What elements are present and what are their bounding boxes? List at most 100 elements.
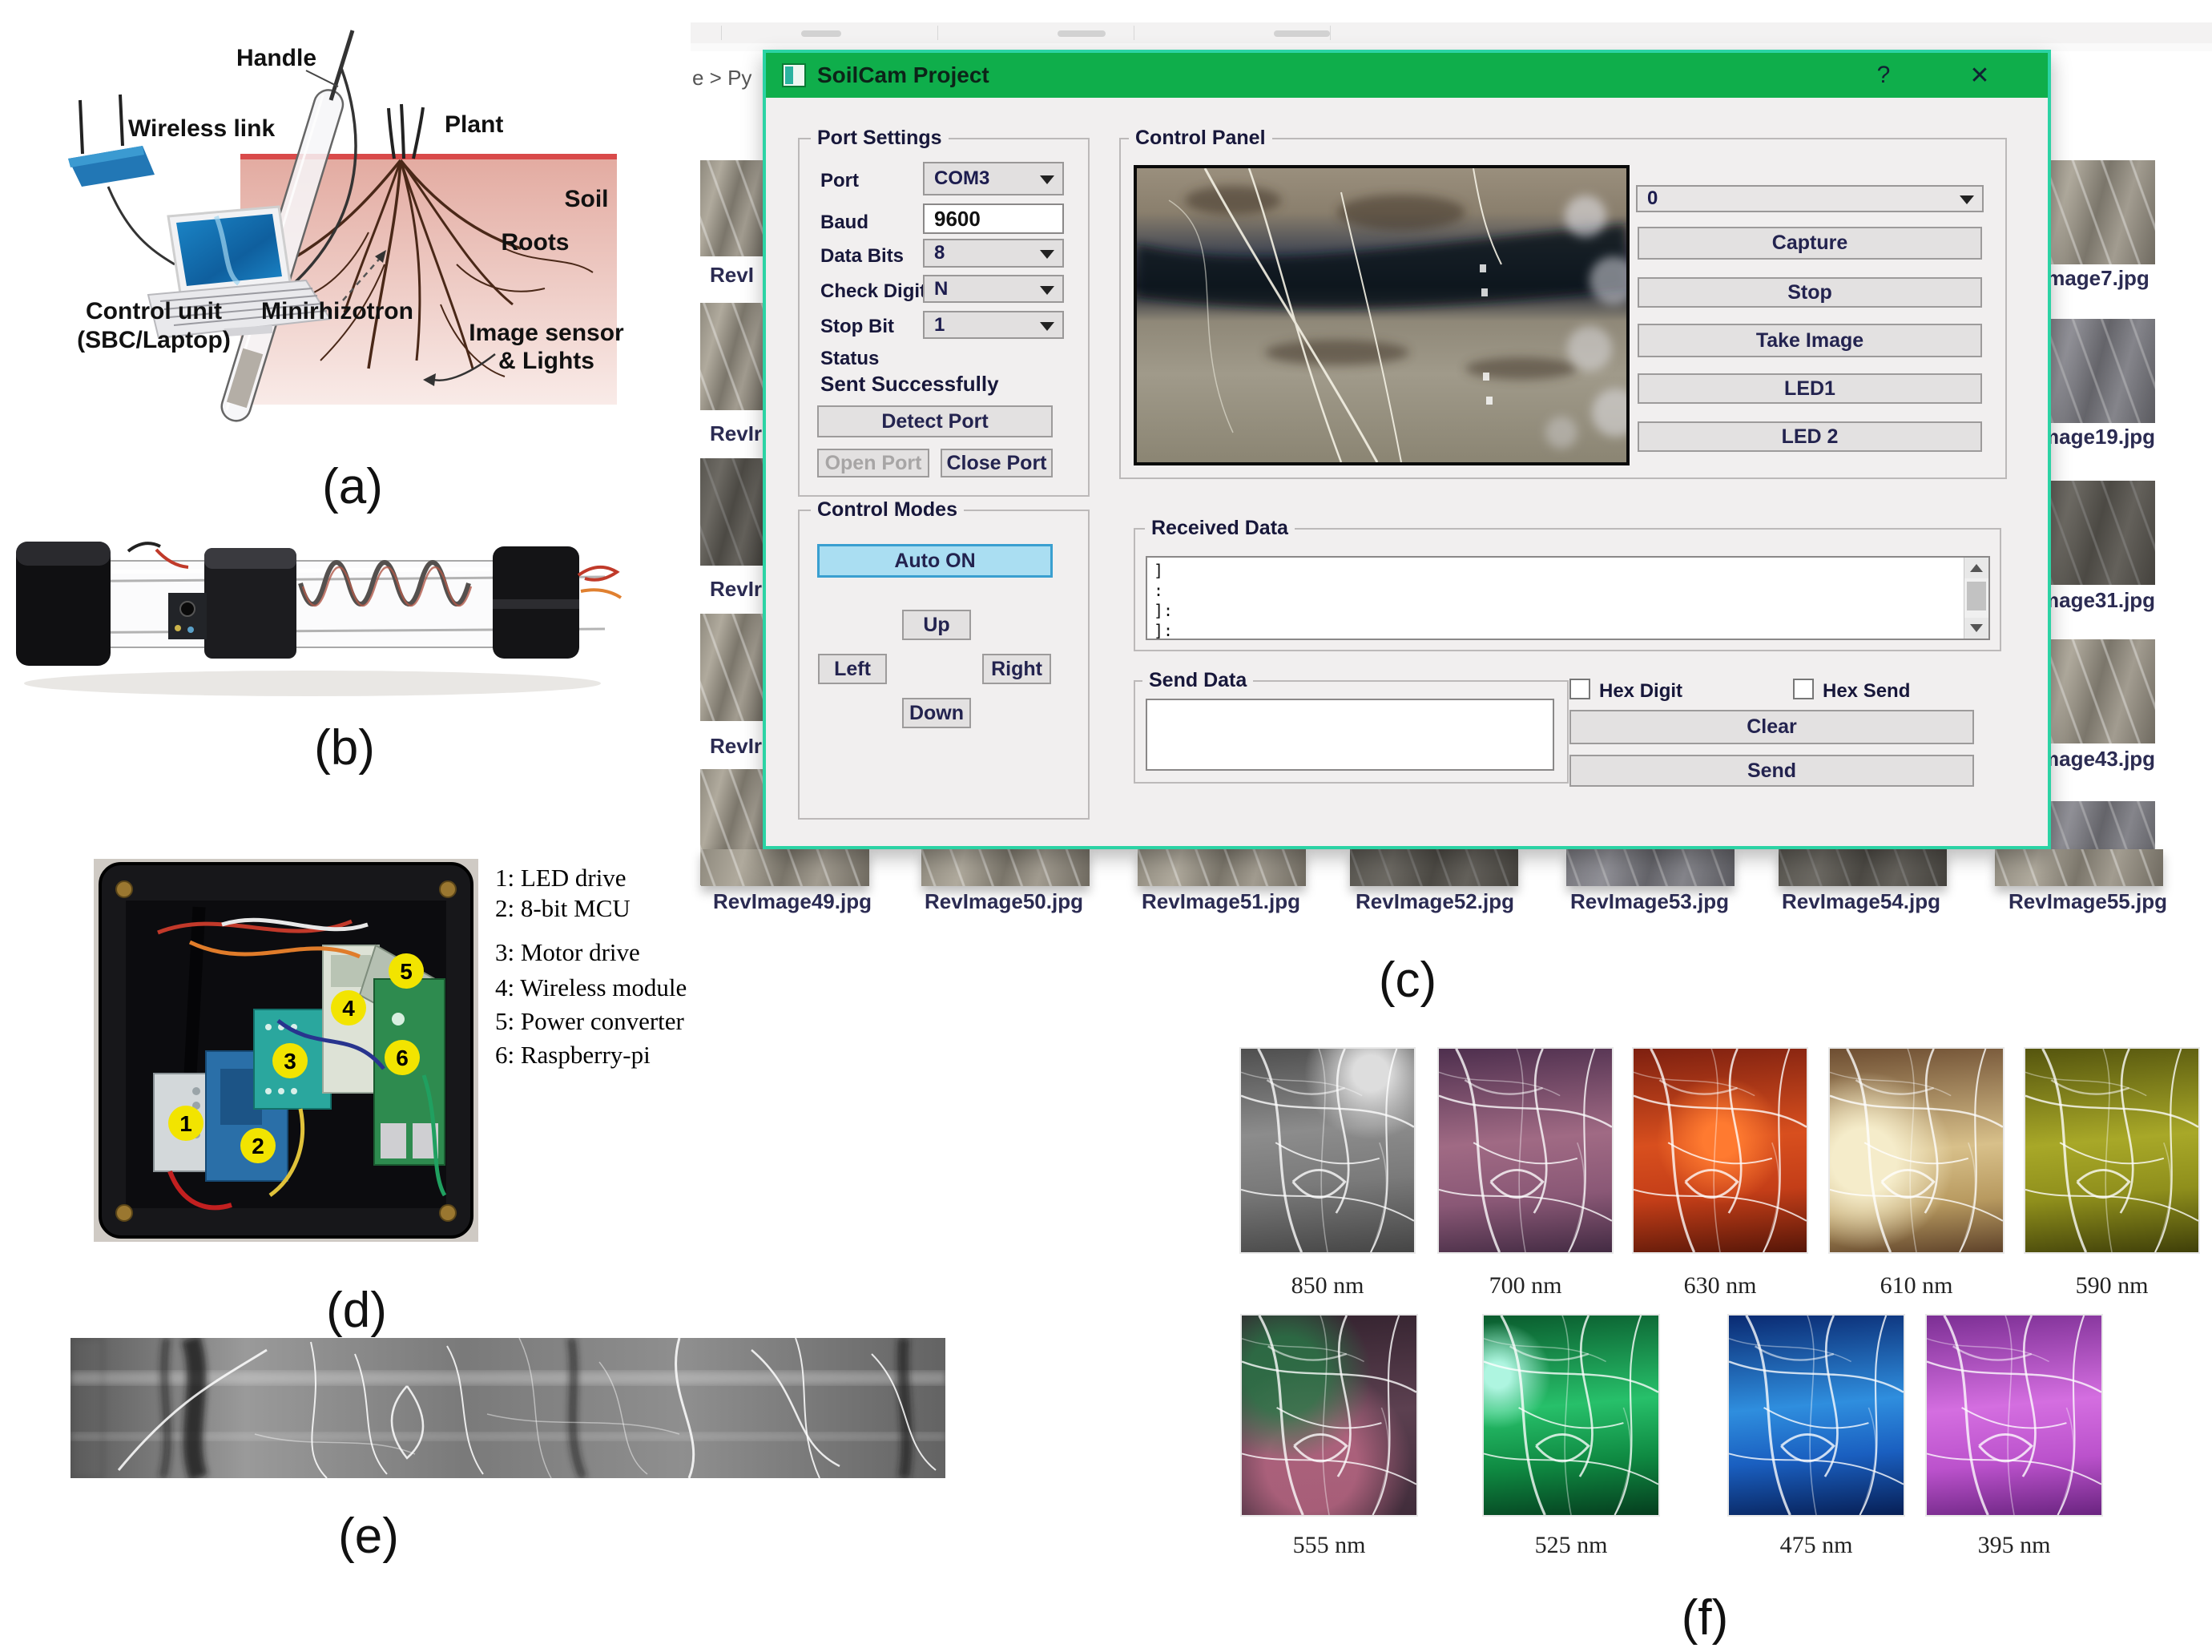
image-sensor-label-line2: & Lights (498, 348, 594, 374)
stop-button[interactable]: Stop (1638, 277, 1982, 308)
received-data-legend: Received Data (1145, 517, 1295, 540)
scroll-down-icon[interactable] (1964, 618, 1988, 639)
led1-button[interactable]: LED1 (1638, 373, 1982, 404)
stop-bit-value: 1 (934, 314, 945, 336)
check-digit-select[interactable]: N (923, 275, 1064, 303)
spectral-image-525nm (1482, 1314, 1660, 1517)
stop-bit-label: Stop Bit (820, 316, 894, 338)
toolbar-ghost-item[interactable] (1274, 30, 1330, 37)
image-sensor-label-line1: Image sensor (469, 320, 624, 346)
file-label[interactable]: RevImage55.jpg (1992, 889, 2184, 914)
scrollbar-thumb[interactable] (1967, 582, 1986, 610)
spectral-image-395nm (1925, 1314, 2103, 1517)
file-thumbnail[interactable] (2039, 160, 2155, 264)
scroll-up-icon[interactable] (1964, 558, 1988, 578)
file-thumbnail[interactable] (701, 849, 869, 886)
clear-button[interactable]: Clear (1569, 710, 1974, 744)
file-label[interactable]: RevImage49.jpg (696, 889, 888, 914)
camera-select[interactable]: 0 (1636, 185, 1984, 212)
toolbar-ghost-item[interactable] (1058, 30, 1106, 37)
close-port-button[interactable]: Close Port (941, 449, 1053, 477)
received-data-textarea[interactable]: ] : ]: ]: (1146, 556, 1990, 640)
file-label[interactable]: mage43.jpg (2041, 747, 2169, 772)
send-button[interactable]: Send (1569, 755, 1974, 787)
file-label[interactable]: RevIr (710, 421, 763, 446)
chevron-down-icon (1040, 286, 1054, 295)
toolbar-ghost-item[interactable] (801, 30, 841, 37)
led2-button[interactable]: LED 2 (1638, 421, 1982, 452)
file-thumbnail[interactable] (921, 849, 1090, 886)
caption-c: (c) (1247, 952, 1568, 1009)
file-label[interactable]: Image7.jpg (2041, 266, 2169, 291)
marker-5: 5 (400, 959, 413, 984)
help-button[interactable]: ? (1847, 53, 1920, 98)
port-select[interactable]: COM3 (923, 162, 1064, 195)
received-line: ] (1154, 561, 1982, 581)
send-data-textarea[interactable] (1146, 699, 1554, 771)
marker-2: 2 (252, 1134, 264, 1158)
received-line: ]: (1154, 621, 1982, 641)
panel-d-legend-item: 2: 8-bit MCU (495, 894, 631, 923)
file-label[interactable]: RevIr (710, 577, 763, 602)
panel-d-legend-item: 6: Raspberry-pi (495, 1041, 651, 1070)
stop-bit-select[interactable]: 1 (923, 311, 1064, 339)
down-button[interactable]: Down (902, 698, 971, 728)
file-label[interactable]: mage19.jpg (2041, 425, 2169, 449)
marker-1: 1 (179, 1111, 192, 1136)
roots-label: Roots (502, 229, 570, 256)
check-digit-value: N (934, 278, 948, 300)
file-thumbnail[interactable] (700, 303, 763, 410)
left-button[interactable]: Left (818, 654, 887, 684)
baud-input[interactable] (923, 203, 1064, 234)
chevron-down-icon (1040, 175, 1054, 184)
file-thumbnail[interactable] (700, 614, 763, 721)
received-data-scrollbar[interactable] (1964, 558, 1988, 639)
file-thumbnail[interactable] (2039, 639, 2155, 743)
caption-a: (a) (192, 458, 513, 515)
detect-port-button[interactable]: Detect Port (817, 405, 1053, 437)
file-thumbnail[interactable] (1350, 849, 1518, 886)
minirhizotron-label: Minirhizotron (261, 298, 413, 324)
baud-label: Baud (820, 212, 868, 234)
wavelength-label: 475 nm (1728, 1532, 1904, 1559)
file-label[interactable]: RevIr (710, 734, 763, 759)
up-button[interactable]: Up (902, 610, 971, 640)
file-label[interactable]: RevImage53.jpg (1553, 889, 1746, 914)
take-image-button[interactable]: Take Image (1638, 324, 1982, 357)
wavelength-label: 395 nm (1926, 1532, 2102, 1559)
file-thumbnail[interactable] (2039, 481, 2155, 585)
spectral-image-850nm (1239, 1047, 1416, 1254)
file-label[interactable]: RevI (710, 263, 763, 288)
open-port-button[interactable]: Open Port (817, 449, 929, 477)
received-line: : (1154, 581, 1982, 601)
file-label[interactable]: RevImage54.jpg (1765, 889, 1957, 914)
right-button[interactable]: Right (982, 654, 1051, 684)
file-label[interactable]: RevImage52.jpg (1339, 889, 1531, 914)
hex-send-label: Hex Send (1823, 680, 1910, 703)
toolbar-separator (721, 26, 722, 40)
file-thumbnail[interactable] (700, 458, 763, 566)
file-thumbnail[interactable] (2039, 319, 2155, 423)
figure-page: e > Py RevI RevIr RevIr RevIr Image7.jpg… (0, 0, 2212, 1652)
spectral-image-475nm (1727, 1314, 1905, 1517)
wavelength-label: 700 nm (1437, 1272, 1614, 1299)
close-icon: ✕ (1969, 62, 1989, 90)
hex-digit-checkbox[interactable] (1569, 679, 1590, 699)
file-label[interactable]: mage31.jpg (2041, 588, 2169, 613)
file-thumbnail[interactable] (700, 160, 763, 256)
capture-button[interactable]: Capture (1638, 227, 1982, 260)
auto-on-button[interactable]: Auto ON (817, 544, 1053, 578)
close-button[interactable]: ✕ (1944, 53, 2016, 98)
file-thumbnail[interactable] (1779, 849, 1947, 886)
file-thumbnail[interactable] (1138, 849, 1306, 886)
data-bits-select[interactable]: 8 (923, 239, 1064, 268)
file-label[interactable]: RevImage50.jpg (908, 889, 1100, 914)
breadcrumb[interactable]: e > Py (692, 66, 751, 91)
marker-3: 3 (284, 1049, 296, 1074)
file-thumbnail[interactable] (1995, 849, 2163, 886)
chevron-down-icon (1960, 195, 1974, 204)
hex-send-checkbox[interactable] (1793, 679, 1814, 699)
file-label[interactable]: RevImage51.jpg (1125, 889, 1317, 914)
spectral-image-610nm (1828, 1047, 2004, 1254)
file-thumbnail[interactable] (1566, 849, 1735, 886)
